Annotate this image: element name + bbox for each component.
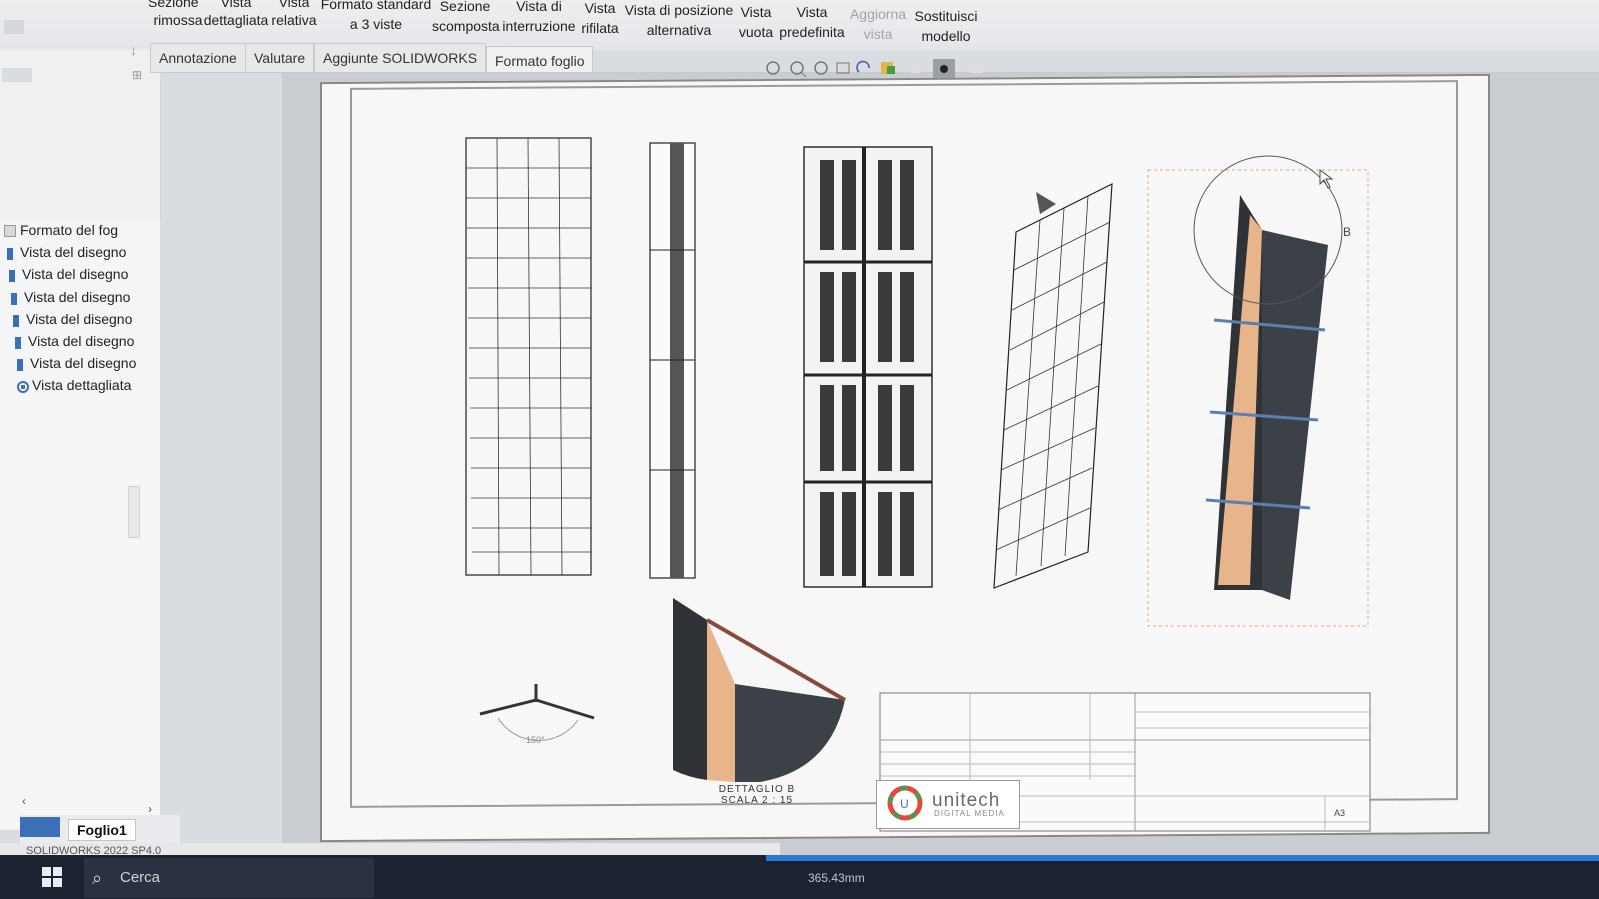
front-view-grid[interactable] (465, 137, 592, 576)
rear-view[interactable] (803, 146, 933, 588)
detail-view-caption: DETTAGLIO B SCALA 2 : 15 (712, 784, 802, 806)
windows-start-icon[interactable] (38, 863, 66, 891)
logo-subtext: DIGITAL MEDIA (934, 809, 1005, 818)
sheet-size-label: A3 (1334, 808, 1346, 818)
sheet-tab-label: Foglio1 (77, 822, 127, 838)
logo-mark-icon: U (887, 785, 923, 821)
detail-callout-label: B (1343, 225, 1352, 239)
cursor-coordinates: 365.43mm (808, 871, 865, 885)
taskbar-search[interactable]: ⌕ Cerca (84, 858, 374, 898)
search-label: Cerca (120, 869, 161, 886)
isometric-grid-view[interactable] (993, 182, 1113, 589)
sheet-tab-foglio1[interactable]: Foglio1 (68, 819, 136, 841)
sheet-nav-icon[interactable] (20, 817, 60, 837)
top-view[interactable] (479, 684, 595, 741)
progress-strip (766, 855, 1599, 861)
side-view[interactable] (649, 142, 696, 579)
drawing-views (465, 137, 1371, 832)
shaded-corner-view[interactable] (1147, 155, 1369, 627)
detail-view-b[interactable] (673, 598, 847, 782)
angle-dimension[interactable]: 150° (526, 735, 545, 745)
svg-text:U: U (900, 797, 909, 811)
detail-caption-line: SCALA 2 : 15 (720, 795, 794, 806)
search-icon: ⌕ (92, 868, 103, 888)
detail-caption-line: DETTAGLIO B (718, 784, 796, 795)
